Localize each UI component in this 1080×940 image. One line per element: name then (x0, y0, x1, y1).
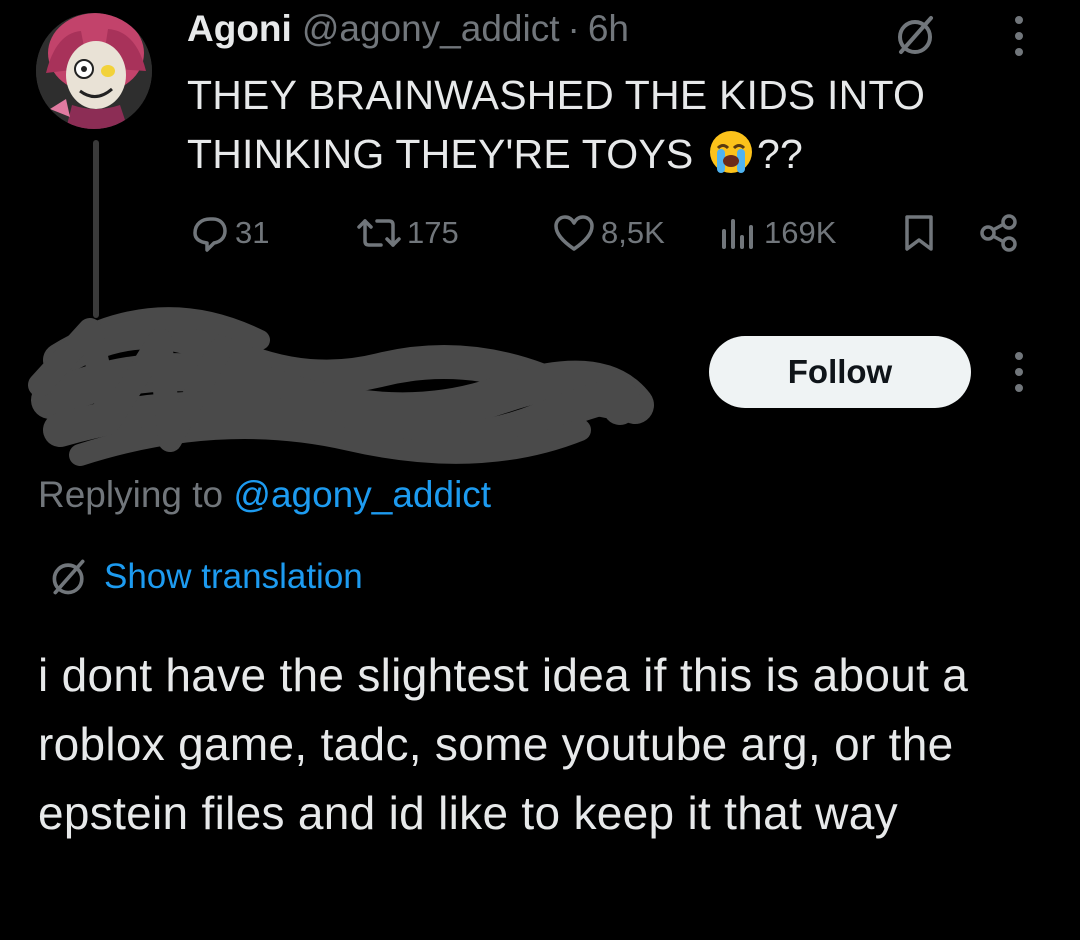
display-name[interactable]: Agoni (187, 8, 292, 50)
separator-dot: · (567, 8, 580, 49)
post-header: Agoni @agony_addict · 6h (187, 8, 629, 58)
reply-action[interactable]: 31 (187, 211, 269, 255)
post-time[interactable]: 6h (588, 8, 629, 50)
repost-count: 175 (407, 215, 459, 250)
share-icon (980, 214, 1017, 252)
user-handle[interactable]: @agony_addict (302, 8, 560, 50)
post-text: THEY BRAINWASHED THE KIDS INTO THINKING … (187, 66, 987, 184)
views-icon (722, 219, 753, 249)
replying-prefix: Replying to (38, 474, 234, 515)
views-action[interactable]: 169K (716, 211, 836, 255)
show-translation-label: Show translation (104, 557, 363, 596)
redacted-author-scribble (28, 307, 654, 466)
like-icon (554, 215, 594, 251)
action-bar: 31 175 8,5K 169K (187, 211, 1037, 261)
follow-button[interactable]: Follow (709, 336, 971, 408)
post-text-suffix: ?? (757, 131, 804, 177)
bookmark-icon (905, 215, 933, 251)
more-options-icon[interactable] (1005, 14, 1033, 58)
repost-icon (357, 219, 401, 247)
replying-mention-link[interactable]: @agony_addict (233, 474, 491, 515)
reply-count: 31 (235, 215, 270, 250)
reply-icon (193, 217, 227, 252)
grok-translate-icon (52, 559, 85, 595)
share-action[interactable] (977, 211, 1025, 255)
show-translation-link[interactable]: Show translation (48, 556, 363, 598)
post-text-body: THEY BRAINWASHED THE KIDS INTO THINKING … (187, 72, 926, 177)
reply-more-options-icon[interactable] (1005, 350, 1033, 394)
avatar[interactable] (36, 13, 152, 129)
like-action[interactable]: 8,5K (551, 211, 665, 255)
replying-to: Replying to @agony_addict (38, 474, 491, 516)
view-count: 169K (764, 215, 837, 250)
avatar-illustration (36, 13, 152, 129)
like-count: 8,5K (601, 215, 665, 250)
bookmark-action[interactable] (899, 211, 943, 255)
reply-text: i dont have the slightest idea if this i… (38, 649, 969, 839)
grok-translate-icon[interactable] (893, 12, 939, 58)
repost-action[interactable]: 175 (355, 211, 459, 255)
loudly-crying-face-icon (710, 131, 753, 173)
